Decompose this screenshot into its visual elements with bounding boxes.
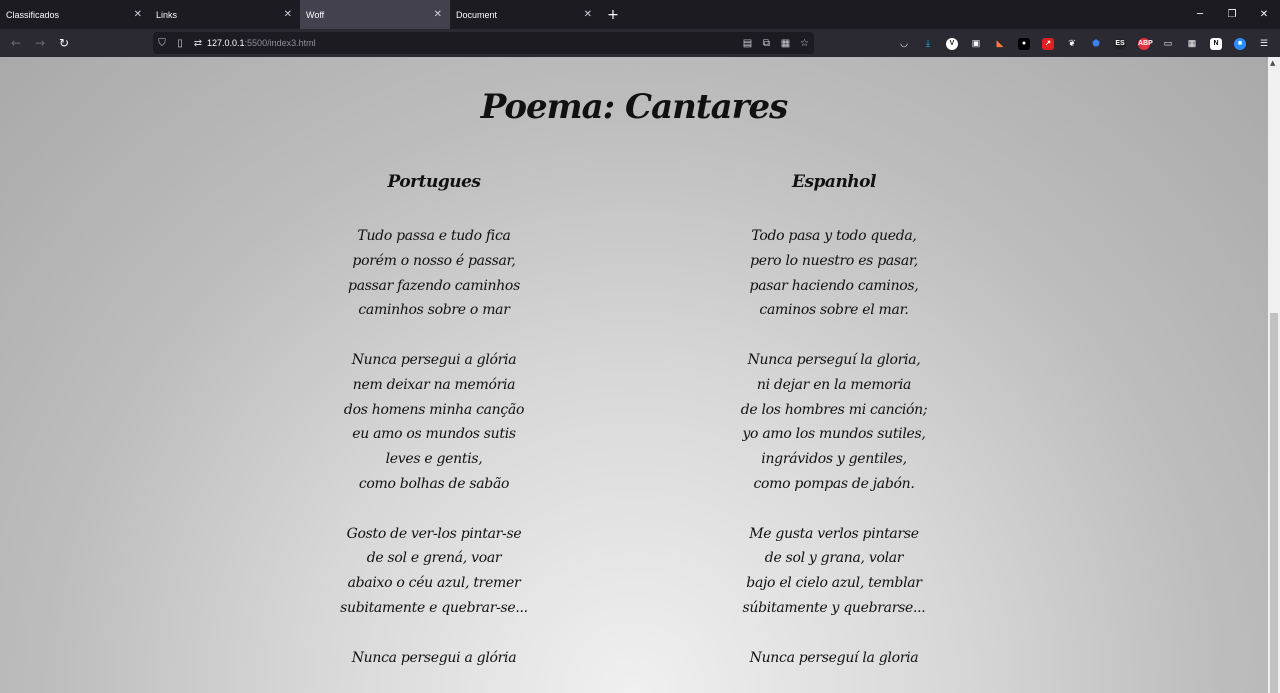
new-tab-icon[interactable]: + bbox=[600, 0, 626, 29]
download-icon[interactable]: ⤓ bbox=[916, 38, 940, 49]
poem-line: Me gusta verlos pintarse bbox=[749, 525, 919, 542]
stanza: Todo pasa y todo queda, pero lo nuestro … bbox=[674, 224, 994, 323]
poem-line: passar fazendo caminhos bbox=[348, 277, 520, 294]
scroll-up-icon[interactable]: ▲ bbox=[1270, 59, 1275, 67]
bird-extension-icon[interactable]: ❦ bbox=[1060, 38, 1084, 49]
poem-line: de sol y grana, volar bbox=[764, 550, 904, 567]
tab-label: Classificados bbox=[6, 9, 60, 20]
poem-line: ni dejar en la memoria bbox=[756, 376, 912, 393]
es-extension-icon[interactable]: ES bbox=[1108, 37, 1132, 50]
reload-icon[interactable]: ↻ bbox=[52, 31, 76, 55]
url-path: :5500/index3.html bbox=[244, 38, 316, 48]
poem-line: pero lo nuestro es pasar, bbox=[750, 252, 918, 269]
close-icon[interactable]: ✕ bbox=[284, 9, 292, 20]
poem-line: como pompas de jabón. bbox=[753, 475, 915, 492]
close-icon[interactable]: ✕ bbox=[434, 9, 442, 20]
blue-extension-icon[interactable]: ⬟ bbox=[1084, 38, 1108, 49]
shield-icon[interactable]: ⛉ bbox=[153, 38, 171, 49]
url-text[interactable]: 127.0.0.1:5500/index3.html bbox=[207, 38, 316, 48]
minimize-icon[interactable]: ─ bbox=[1184, 9, 1216, 20]
poem-line: bajo el cielo azul, temblar bbox=[746, 575, 922, 592]
extensions-toolbar: ◡ ⤓ V ▣ ◣ ● ↗ ❦ ⬟ ES ABP ▭ ▦ N ■ ☰ bbox=[892, 34, 1276, 52]
zoom-icon[interactable]: ■ bbox=[1228, 37, 1252, 50]
tab-classificados[interactable]: Classificados ✕ bbox=[0, 0, 150, 29]
sidebar-icon[interactable]: ▭ bbox=[1156, 38, 1180, 49]
poem-line: como bolhas de sabão bbox=[358, 475, 510, 492]
restore-icon[interactable]: ❐ bbox=[1216, 9, 1248, 20]
close-icon[interactable]: ✕ bbox=[134, 9, 142, 20]
poem-line: Nunca perseguí la gloria, bbox=[747, 351, 921, 368]
poem-line: eu amo os mundos sutis bbox=[352, 426, 516, 443]
stanza: Nunca perseguí la gloria bbox=[674, 646, 994, 671]
poem-line: porém o nosso é passar, bbox=[352, 252, 516, 269]
poem-line: Nunca perseguí la gloria bbox=[749, 649, 919, 666]
reader-view-icon[interactable]: ▤ bbox=[738, 38, 757, 49]
menu-icon[interactable]: ☰ bbox=[1252, 38, 1276, 49]
poem-line: dos homens minha canção bbox=[343, 401, 525, 418]
poem-line: Nunca persegui a glória bbox=[351, 649, 517, 666]
id-extension-icon[interactable]: ▣ bbox=[964, 38, 988, 49]
column-espanhol: Espanhol Todo pasa y todo queda, pero lo… bbox=[674, 172, 994, 693]
notion-icon[interactable]: N bbox=[1204, 37, 1228, 50]
forward-icon[interactable]: → bbox=[28, 31, 52, 55]
column-portugues: Portugues Tudo passa e tudo fica porém o… bbox=[274, 172, 594, 693]
tab-label: Woff bbox=[306, 9, 325, 20]
poem-line: leves e gentis, bbox=[385, 451, 483, 468]
nav-bar: ← → ↻ ⛉ ▯ ⇄ 127.0.0.1:5500/index3.html ▤… bbox=[0, 29, 1280, 57]
window-controls: ─ ❐ ✕ bbox=[1184, 0, 1280, 29]
poem-line: caminos sobre el mar. bbox=[759, 302, 909, 319]
vertical-scrollbar[interactable]: ▲ bbox=[1268, 57, 1280, 693]
stanza: Tudo passa e tudo fica porém o nosso é p… bbox=[274, 224, 594, 323]
poem-line: abaixo o céu azul, tremer bbox=[347, 575, 521, 592]
v-extension-icon[interactable]: V bbox=[940, 37, 964, 50]
red-extension-icon[interactable]: ↗ bbox=[1036, 37, 1060, 50]
pocket-icon[interactable]: ◡ bbox=[892, 38, 916, 49]
stanza: Nunca persegui a glória nem deixar na me… bbox=[274, 348, 594, 497]
poem-line: de los hombres mi canción; bbox=[740, 401, 928, 418]
shield-extension-icon[interactable]: ◣ bbox=[988, 38, 1012, 49]
stanza: Me gusta verlos pintarse de sol y grana,… bbox=[674, 522, 994, 621]
close-window-icon[interactable]: ✕ bbox=[1248, 9, 1280, 20]
qr-code-icon[interactable]: ▦ bbox=[776, 38, 795, 49]
tab-woff[interactable]: Woff ✕ bbox=[300, 0, 450, 29]
page-title: Poema: Cantares bbox=[480, 87, 789, 127]
stanza: Gosto de ver-los pintar-se de sol e gren… bbox=[274, 522, 594, 621]
poem-line: pasar haciendo caminos, bbox=[749, 277, 919, 294]
tab-document[interactable]: Document ✕ bbox=[450, 0, 600, 29]
url-host: 127.0.0.1 bbox=[207, 38, 245, 48]
column-heading: Espanhol bbox=[792, 172, 876, 192]
stanza: Nunca persegui a glória bbox=[274, 646, 594, 671]
url-actions: ▤ ⧉ ▦ ☆ bbox=[738, 38, 814, 49]
page-viewport: Poema: Cantares Portugues Tudo passa e t… bbox=[0, 57, 1268, 693]
poem-line: ingrávidos y gentiles, bbox=[761, 451, 907, 468]
stanza: Nunca perseguí la gloria, ni dejar en la… bbox=[674, 348, 994, 497]
close-icon[interactable]: ✕ bbox=[584, 9, 592, 20]
poem-line: Tudo passa e tudo fica bbox=[357, 228, 511, 244]
tab-strip: Classificados ✕ Links ✕ Woff ✕ Document … bbox=[0, 0, 1280, 29]
poem-line: yo amo los mundos sutiles, bbox=[742, 426, 926, 443]
poem-line: de sol e grená, voar bbox=[366, 550, 502, 567]
poem-line: Gosto de ver-los pintar-se bbox=[346, 525, 522, 542]
tab-links[interactable]: Links ✕ bbox=[150, 0, 300, 29]
poem-line: nem deixar na memória bbox=[352, 376, 516, 393]
tab-label: Links bbox=[156, 9, 178, 20]
url-bar[interactable]: ⛉ ▯ ⇄ 127.0.0.1:5500/index3.html ▤ ⧉ ▦ ☆ bbox=[153, 32, 814, 54]
abp-icon[interactable]: ABP bbox=[1132, 37, 1156, 50]
lock-extension-icon[interactable]: ● bbox=[1012, 37, 1036, 50]
grid-icon[interactable]: ▦ bbox=[1180, 38, 1204, 49]
poem-line: Nunca persegui a glória bbox=[351, 351, 517, 368]
tab-label: Document bbox=[456, 9, 498, 20]
poem-line: Todo pasa y todo queda, bbox=[751, 228, 917, 244]
column-heading: Portugues bbox=[387, 172, 481, 192]
poem-line: súbitamente y quebrarse... bbox=[742, 599, 926, 616]
poem-line: caminhos sobre o mar bbox=[358, 302, 510, 319]
scrollbar-thumb[interactable] bbox=[1270, 313, 1278, 693]
page-icon[interactable]: ▯ bbox=[171, 38, 189, 49]
poem-line: subitamente e quebrar-se... bbox=[340, 599, 528, 616]
screenshot-icon[interactable]: ⧉ bbox=[757, 38, 776, 49]
permissions-icon[interactable]: ⇄ bbox=[189, 38, 207, 49]
bookmark-star-icon[interactable]: ☆ bbox=[795, 38, 814, 49]
back-icon[interactable]: ← bbox=[4, 31, 28, 55]
